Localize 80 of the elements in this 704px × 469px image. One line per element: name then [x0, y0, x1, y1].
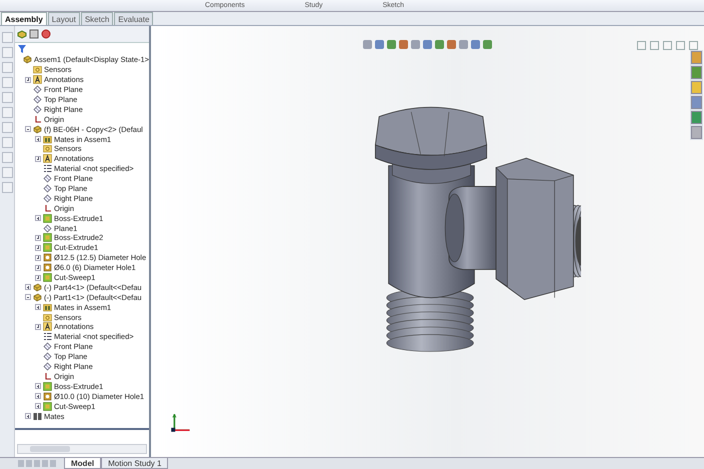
command-tab[interactable]: Layout	[48, 12, 80, 25]
part-icon	[33, 282, 42, 292]
task-pane-icon[interactable]	[691, 126, 702, 139]
task-pane-icon[interactable]	[691, 51, 702, 64]
toolbar-icon[interactable]	[2, 167, 12, 178]
expand-toggle[interactable]	[25, 284, 31, 290]
hole-icon	[43, 253, 52, 262]
part-icon	[33, 292, 42, 302]
plane-icon	[43, 174, 52, 184]
expand-toggle[interactable]	[35, 383, 41, 390]
annotation-icon	[33, 75, 42, 84]
toolbar-icon[interactable]	[2, 92, 12, 103]
toolbar-icon[interactable]	[2, 122, 12, 133]
plane-icon	[33, 85, 42, 94]
expand-toggle[interactable]	[35, 254, 41, 261]
mates-folder-icon	[43, 302, 52, 312]
expand-toggle[interactable]	[25, 413, 31, 419]
feature-icon	[43, 273, 52, 282]
plane-icon	[43, 194, 52, 203]
tab-scroll-buttons[interactable]	[18, 460, 56, 467]
task-pane-icon[interactable]	[691, 81, 702, 94]
hole-icon	[43, 392, 52, 401]
scrollbar-thumb[interactable]	[30, 446, 70, 452]
plane-icon	[43, 352, 52, 362]
toolbar-icon[interactable]	[2, 77, 12, 88]
origin-icon	[43, 372, 52, 381]
collapse-toggle[interactable]	[25, 294, 31, 300]
plane-icon	[33, 95, 42, 104]
collapse-toggle[interactable]	[25, 126, 31, 132]
config-tab-icon[interactable]	[41, 29, 51, 39]
toolbar-icon[interactable]	[2, 182, 12, 193]
origin-icon	[43, 204, 52, 213]
toolbar-icon[interactable]	[2, 32, 12, 43]
filter-icon[interactable]	[18, 45, 28, 53]
part-icon	[33, 124, 42, 134]
origin-icon	[33, 114, 42, 124]
expand-toggle[interactable]	[35, 136, 41, 142]
sensor-folder-icon	[43, 144, 52, 154]
command-tab[interactable]: Sketch	[80, 12, 114, 25]
expand-toggle[interactable]	[35, 403, 41, 410]
expand-toggle[interactable]	[35, 393, 41, 400]
expand-toggle[interactable]	[35, 264, 41, 271]
expand-toggle[interactable]	[35, 156, 41, 162]
plane-icon	[43, 224, 52, 233]
feature-icon	[43, 214, 52, 223]
view-tab[interactable]: Model	[64, 458, 102, 469]
hole-icon	[43, 263, 52, 272]
mates-folder-icon	[43, 134, 52, 144]
plane-icon	[33, 104, 42, 114]
toolbar-icon[interactable]	[2, 137, 12, 148]
command-tab[interactable]: Assembly	[1, 12, 47, 25]
expand-toggle[interactable]	[35, 324, 41, 330]
expand-toggle[interactable]	[35, 234, 41, 241]
annotation-icon	[43, 322, 52, 332]
expand-toggle[interactable]	[35, 304, 41, 310]
axis-triad-icon	[168, 411, 192, 435]
feature-icon	[43, 402, 52, 411]
expand-toggle[interactable]	[35, 274, 41, 281]
plane-icon	[43, 184, 52, 194]
properties-tab-icon[interactable]	[29, 29, 39, 39]
command-tab[interactable]: Evaluate	[114, 12, 154, 25]
sensor-folder-icon	[33, 65, 42, 74]
expand-toggle[interactable]	[35, 215, 41, 222]
toolbar-icon[interactable]	[2, 107, 12, 118]
toolbar-icon[interactable]	[2, 152, 12, 163]
annotation-icon	[43, 154, 52, 164]
feature-icon	[43, 382, 52, 391]
toolbar-icon[interactable]	[2, 62, 12, 73]
tree-tab-icon[interactable]	[17, 29, 27, 39]
material-icon	[43, 332, 52, 342]
view-tab[interactable]: Motion Study 1	[101, 458, 168, 469]
plane-icon	[43, 362, 52, 372]
part-icon	[23, 55, 32, 64]
material-icon	[43, 164, 52, 174]
plane-icon	[43, 342, 52, 352]
mates-icon	[33, 412, 42, 420]
expand-toggle[interactable]	[35, 244, 41, 251]
expand-toggle[interactable]	[25, 76, 31, 83]
toolbar-icon[interactable]	[2, 47, 12, 58]
sensor-folder-icon	[43, 312, 52, 322]
